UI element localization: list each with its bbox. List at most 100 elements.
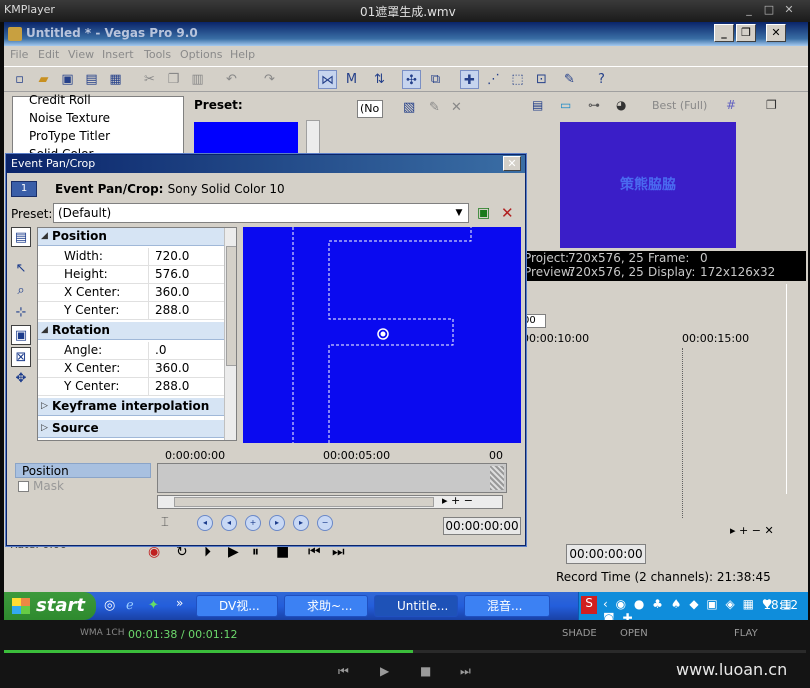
task-mix[interactable]: 混音... bbox=[464, 595, 550, 617]
minimize-button[interactable]: _ bbox=[714, 24, 734, 42]
media-generator-list[interactable]: Credit Roll Noise Texture ProType Titler… bbox=[12, 93, 184, 161]
next-track-icon[interactable]: ⏭ bbox=[460, 664, 471, 679]
kmplayer-play-icon[interactable]: ▶ bbox=[380, 664, 389, 678]
help-icon[interactable]: ? bbox=[592, 70, 611, 89]
normal-edit-tool-icon[interactable]: ✚ bbox=[460, 70, 479, 89]
properties-icon[interactable]: ▦ bbox=[106, 70, 125, 89]
dialog-close-button[interactable]: ✕ bbox=[503, 156, 521, 171]
task-help[interactable]: 求助~... bbox=[284, 595, 368, 617]
add-keyframe-icon[interactable]: + bbox=[245, 515, 261, 531]
scroll-buttons[interactable]: ▸ + − bbox=[442, 494, 473, 507]
show-properties-icon[interactable]: ▤ bbox=[11, 227, 31, 247]
copy-snapshot-icon[interactable]: ❐ bbox=[766, 98, 777, 112]
timeline-ruler[interactable]: 00 00:00:10:00 00:00:15:00 bbox=[520, 312, 786, 348]
prop-row[interactable]: Angle: .0 bbox=[38, 342, 224, 360]
prev-keyframe-icon[interactable]: ◂ bbox=[221, 515, 237, 531]
prop-row[interactable]: X Center: 360.0 bbox=[38, 284, 224, 302]
preset-thumbnail[interactable] bbox=[194, 122, 298, 158]
play-from-start-icon[interactable]: ⏵ bbox=[204, 544, 211, 560]
preview-properties-icon[interactable]: ▤ bbox=[532, 98, 543, 112]
shade-button[interactable]: SHADE bbox=[562, 628, 597, 639]
normal-edit-icon[interactable]: ↖ bbox=[11, 259, 31, 279]
menu-edit[interactable]: Edit bbox=[38, 48, 59, 61]
last-keyframe-icon[interactable]: ▸ bbox=[293, 515, 309, 531]
section-source[interactable]: ▷ Source bbox=[38, 420, 224, 438]
selection-tool-icon[interactable]: ⬚ bbox=[508, 70, 527, 89]
open-icon[interactable]: ▰ bbox=[34, 70, 53, 89]
move-free-icon[interactable]: ✥ bbox=[11, 369, 31, 389]
zoom-tool-icon[interactable]: ⊡ bbox=[532, 70, 551, 89]
zoom-icon[interactable]: ⌕ bbox=[11, 281, 31, 301]
menu-view[interactable]: View bbox=[68, 48, 94, 61]
auto-ripple-icon[interactable]: ⇅ bbox=[370, 70, 389, 89]
new-icon[interactable]: ▫ bbox=[10, 70, 29, 89]
pan-crop-canvas[interactable] bbox=[243, 227, 521, 443]
overlay-icon[interactable]: ◕ bbox=[616, 98, 626, 112]
grid-icon[interactable]: # bbox=[726, 98, 736, 112]
copy-icon[interactable]: ❐ bbox=[164, 70, 183, 89]
kmplayer-minimize-icon[interactable]: _ bbox=[742, 3, 756, 17]
add-to-project-icon[interactable]: ▧ bbox=[403, 100, 415, 115]
pause-icon[interactable]: ⏸ bbox=[252, 544, 259, 560]
list-item[interactable]: Noise Texture bbox=[29, 111, 110, 125]
prop-value[interactable]: 360.0 bbox=[148, 284, 224, 301]
next-keyframe-icon[interactable]: ▸ bbox=[269, 515, 285, 531]
prev-track-icon[interactable]: ⏮ bbox=[338, 664, 349, 679]
brush-icon[interactable]: ✎ bbox=[560, 70, 579, 89]
loop-icon[interactable]: ↻ bbox=[176, 544, 188, 560]
undo-icon[interactable]: ↶ bbox=[222, 70, 241, 89]
keyframe-timecode[interactable]: 00:00:00:00 bbox=[443, 517, 521, 535]
menu-tools[interactable]: Tools bbox=[144, 48, 171, 61]
chevron-down-icon[interactable]: ▼ bbox=[452, 206, 466, 220]
timeline-tracks[interactable] bbox=[520, 348, 786, 518]
lock-envelopes-icon[interactable]: ✣ bbox=[402, 70, 421, 89]
task-vegas[interactable]: Untitle... bbox=[374, 595, 458, 617]
save-icon[interactable]: ▣ bbox=[58, 70, 77, 89]
menu-insert[interactable]: Insert bbox=[102, 48, 134, 61]
prop-row[interactable]: Y Center: 288.0 bbox=[38, 302, 224, 320]
cut-icon[interactable]: ✂ bbox=[140, 70, 159, 89]
timeline-vscroll[interactable] bbox=[786, 284, 804, 494]
preset-select[interactable]: (Default) ▼ bbox=[53, 203, 469, 223]
envelope-tool-icon[interactable]: ⋰ bbox=[484, 70, 503, 89]
paste-icon[interactable]: ▥ bbox=[188, 70, 207, 89]
delete-icon[interactable]: ✕ bbox=[451, 100, 462, 115]
prop-row[interactable]: X Center: 360.0 bbox=[38, 360, 224, 378]
play-icon[interactable]: ▶ bbox=[228, 544, 239, 560]
restore-button[interactable]: ❐ bbox=[736, 24, 756, 42]
fullscreen-button[interactable]: FLAY bbox=[734, 628, 758, 639]
ignore-grouping-icon[interactable]: ⧉ bbox=[426, 70, 445, 89]
prop-value[interactable]: .0 bbox=[148, 342, 224, 359]
trimmer-dropdown[interactable]: (No bbox=[357, 100, 383, 118]
menu-file[interactable]: File bbox=[10, 48, 28, 61]
sync-cursor-icon[interactable]: ⌶ bbox=[161, 515, 169, 530]
edit-icon[interactable]: ✎ bbox=[429, 100, 440, 115]
scrollbar-thumb[interactable] bbox=[174, 497, 434, 507]
cursor-timecode[interactable]: 00:00:00:00 bbox=[566, 544, 646, 564]
section-keyframe[interactable]: ▷ Keyframe interpolation bbox=[38, 398, 224, 416]
move-center-icon[interactable]: ⊹ bbox=[11, 303, 31, 323]
track-position[interactable]: Position bbox=[15, 463, 151, 478]
list-item[interactable]: Credit Roll bbox=[29, 93, 91, 107]
prop-value[interactable]: 576.0 bbox=[148, 266, 224, 283]
external-monitor-icon[interactable]: ▭ bbox=[560, 98, 571, 112]
snapping-icon[interactable]: ⋈ bbox=[318, 70, 337, 89]
seek-bar[interactable] bbox=[4, 650, 806, 653]
prop-value[interactable]: 360.0 bbox=[148, 360, 224, 377]
record-icon[interactable]: ◉ bbox=[148, 544, 160, 560]
mask-checkbox[interactable] bbox=[18, 481, 29, 492]
prop-value[interactable]: 720.0 bbox=[148, 248, 224, 265]
menu-help[interactable]: Help bbox=[230, 48, 255, 61]
prop-row[interactable]: Y Center: 288.0 bbox=[38, 378, 224, 396]
keyframe-track[interactable] bbox=[157, 463, 507, 493]
render-icon[interactable]: ▤ bbox=[82, 70, 101, 89]
open-button[interactable]: OPEN bbox=[620, 628, 648, 639]
track-mask[interactable]: Mask bbox=[15, 479, 151, 494]
keyframe-ruler[interactable]: 0:00:00:00 00:00:05:00 00 bbox=[157, 447, 507, 463]
delete-preset-icon[interactable]: ✕ bbox=[501, 204, 514, 222]
prop-value[interactable]: 288.0 bbox=[148, 302, 224, 319]
delete-keyframe-icon[interactable]: − bbox=[317, 515, 333, 531]
go-to-end-icon[interactable]: ⏭ bbox=[332, 544, 345, 560]
scrollbar-thumb[interactable] bbox=[226, 246, 236, 366]
lock-aspect-icon[interactable]: ▣ bbox=[11, 325, 31, 345]
